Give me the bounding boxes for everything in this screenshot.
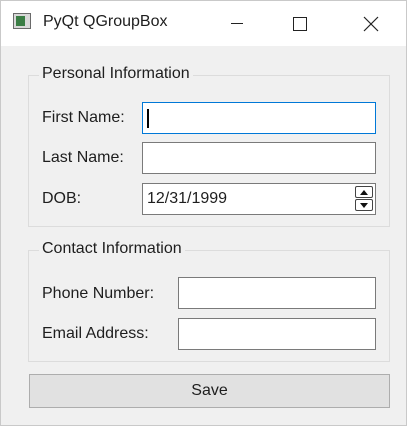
arrow-down-icon [360, 202, 368, 208]
phone-label: Phone Number: [42, 285, 155, 302]
app-icon [13, 13, 31, 29]
arrow-up-icon [360, 189, 368, 195]
maximize-icon [293, 16, 307, 31]
email-label: Email Address: [42, 325, 149, 342]
minimize-button[interactable] [214, 1, 260, 46]
first-name-label: First Name: [42, 109, 125, 126]
save-button[interactable]: Save [29, 374, 390, 408]
last-name-label: Last Name: [42, 149, 124, 166]
personal-info-group-title: Personal Information [39, 65, 193, 83]
phone-field[interactable] [178, 277, 376, 309]
window-title: PyQt QGroupBox [43, 13, 168, 30]
dob-label: DOB: [42, 190, 82, 207]
close-icon [363, 16, 379, 31]
close-button[interactable] [348, 1, 394, 46]
maximize-button[interactable] [277, 1, 323, 46]
spin-down-button[interactable] [355, 199, 373, 211]
spin-up-button[interactable] [355, 186, 373, 198]
dob-value: 12/31/1999 [147, 190, 228, 207]
text-caret [147, 109, 149, 128]
main-window: PyQt QGroupBox Personal Information Firs… [0, 0, 407, 426]
title-bar[interactable]: PyQt QGroupBox [1, 1, 406, 46]
save-button-label: Save [191, 382, 228, 399]
first-name-field[interactable] [142, 102, 376, 134]
dob-spinner [355, 186, 373, 212]
minimize-icon [231, 23, 243, 24]
email-field[interactable] [178, 318, 376, 350]
last-name-field[interactable] [142, 142, 376, 174]
dob-date-edit[interactable]: 12/31/1999 [142, 183, 376, 215]
contact-info-group-title: Contact Information [39, 240, 185, 258]
